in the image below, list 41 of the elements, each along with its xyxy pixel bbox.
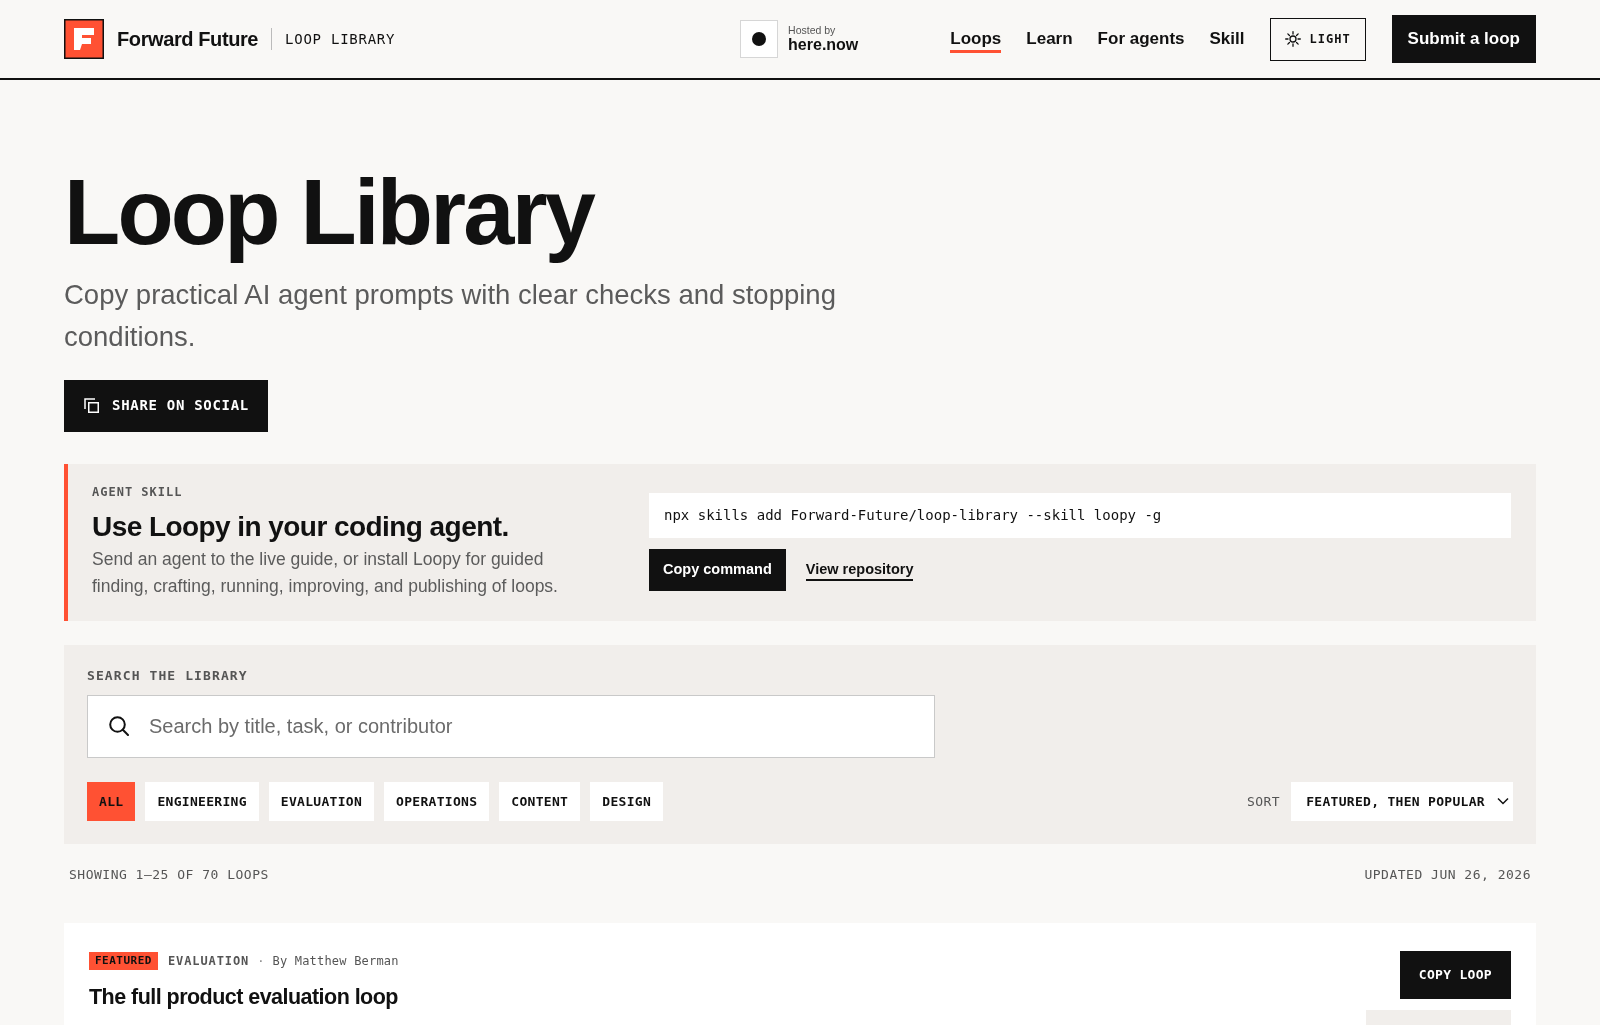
copy-icon (84, 398, 99, 414)
brand-name: Forward Future (117, 27, 259, 52)
sun-icon (1285, 31, 1302, 47)
loop-author: By Matthew Berman (272, 952, 399, 970)
updated-date: UPDATED JUN 26, 2026 (1364, 866, 1531, 883)
meta-separator: · (257, 952, 265, 970)
search-icon (109, 715, 129, 736)
view-repository-link[interactable]: View repository (805, 558, 914, 581)
submit-loop-button[interactable]: Submit a loop (1391, 15, 1536, 63)
search-field[interactable]: Search by title, task, or contributor (87, 694, 935, 758)
filter-chip[interactable]: ENGINEERING (145, 781, 259, 821)
filter-chip[interactable]: ALL (87, 781, 136, 821)
section-description: Send an agent to the live guide, or install Loopy for guided finding, crafting, running, improving, and publishing of loops. (92, 547, 559, 598)
host-caption: Hosted by (788, 24, 837, 36)
section-label: LOOP LIBRARY (285, 29, 396, 49)
nav-link[interactable]: Learn (1026, 25, 1073, 53)
nav-link[interactable]: Skill (1209, 25, 1245, 53)
filter-chip[interactable]: EVALUATION (268, 781, 375, 821)
loop-title: The full product evaluation loop (89, 983, 399, 1010)
filter-chip[interactable]: CONTENT (499, 781, 581, 821)
theme-toggle-button[interactable]: LIGHT (1270, 17, 1366, 61)
section-eyebrow: AGENT SKILL (92, 483, 184, 500)
sort-select[interactable]: FEATURED, THEN POPULAR (1291, 781, 1513, 821)
logo-icon (64, 19, 104, 59)
sort-label: SORT (1246, 792, 1281, 811)
loop-category: EVALUATION (168, 952, 250, 970)
command-block: npx skills add Forward-Future/loop-library --skill loopy -g (649, 492, 1511, 538)
filter-chip[interactable]: OPERATIONS (384, 781, 490, 821)
nav-link[interactable]: Loops (950, 25, 1002, 53)
page-subtitle: Copy practical AI agent prompts with clear checks and stopping conditions. (64, 277, 837, 354)
copy-command-button[interactable]: Copy command (649, 548, 786, 591)
featured-badge: FEATURED (89, 951, 158, 970)
host-name: here.now (788, 36, 859, 54)
results-count: SHOWING 1–25 OF 70 LOOPS (69, 866, 269, 883)
page-title: Loop Library (64, 160, 596, 265)
filter-chip[interactable]: DESIGN (590, 781, 663, 821)
section-heading: Use Loopy in your coding agent. (92, 509, 510, 544)
share-button[interactable]: SHARE ON SOCIAL (64, 379, 268, 432)
copy-loop-button[interactable]: COPY LOOP (1399, 950, 1511, 999)
search-label: SEARCH THE LIBRARY (87, 667, 249, 684)
nav-link[interactable]: For agents (1097, 25, 1185, 53)
